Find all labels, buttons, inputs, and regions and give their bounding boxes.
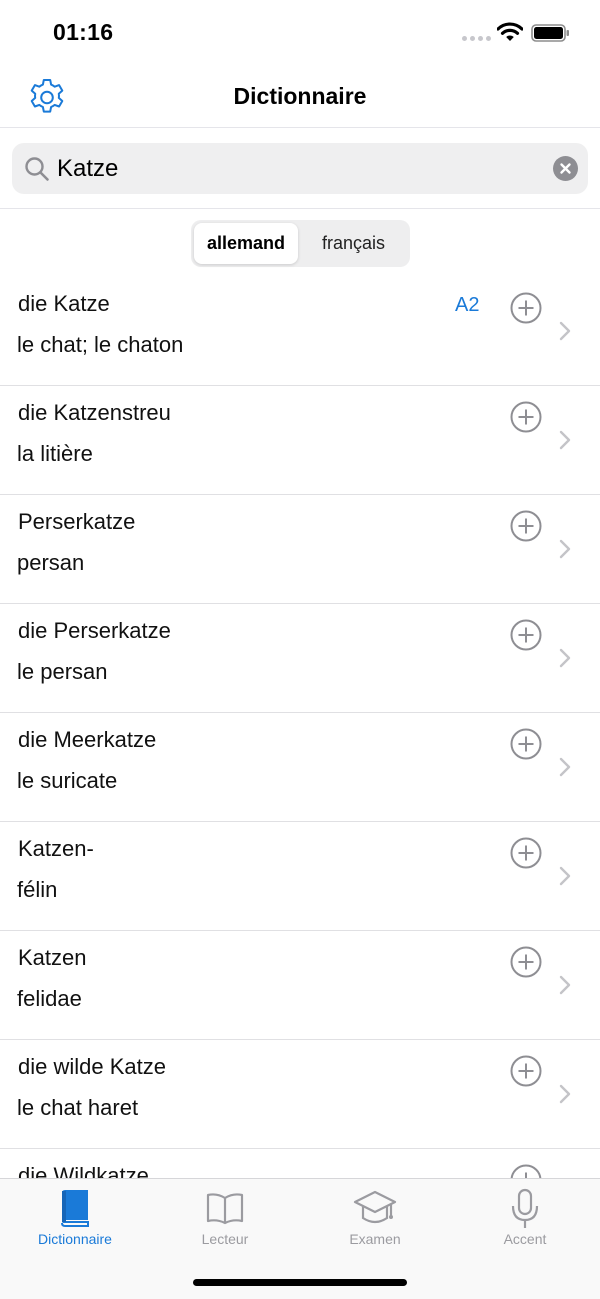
chevron-right-icon [559, 430, 571, 450]
add-circle-icon[interactable] [510, 619, 542, 651]
entry-word: die Wildkatze [18, 1163, 149, 1179]
segment-allemand[interactable]: allemand [194, 223, 298, 264]
search-input[interactable] [57, 151, 527, 187]
wifi-icon [497, 22, 523, 41]
search-area [0, 128, 600, 209]
entry-word: die Katzenstreu [18, 400, 171, 425]
list-item[interactable]: die Wildkatze [0, 1149, 600, 1179]
tab-label: Lecteur [201, 1231, 249, 1247]
entry-translation: le chat haret [17, 1095, 139, 1120]
entry-translation: le persan [17, 659, 108, 684]
list-item[interactable]: Katzen- félin [0, 822, 600, 931]
entry-word: die wilde Katze [18, 1054, 166, 1079]
entry-word: die Katze [18, 291, 110, 316]
clear-search-button[interactable] [553, 156, 578, 181]
entry-translation: le suricate [17, 768, 118, 793]
add-circle-icon[interactable] [510, 1055, 542, 1087]
segment-francais[interactable]: français [300, 223, 407, 264]
chevron-right-icon [559, 539, 571, 559]
add-circle-icon[interactable] [510, 401, 542, 433]
tab-lecteur[interactable]: Lecteur [150, 1179, 300, 1259]
add-circle-icon[interactable] [510, 837, 542, 869]
list-item[interactable]: die Perserkatze le persan [0, 604, 600, 713]
page-title: Dictionnaire [233, 83, 367, 109]
language-segmented-control: allemand français [191, 220, 410, 267]
entry-translation: persan [17, 550, 85, 575]
chevron-right-icon [559, 321, 571, 341]
entry-word: Perserkatze [18, 509, 136, 534]
tab-label: Accent [503, 1231, 547, 1247]
cellular-signal-icon [462, 36, 491, 41]
open-book-icon [206, 1193, 244, 1225]
chevron-right-icon [559, 975, 571, 995]
add-circle-icon[interactable] [510, 510, 542, 542]
tab-label: Dictionnaire [38, 1231, 112, 1247]
search-icon [25, 157, 49, 181]
chevron-right-icon [559, 757, 571, 777]
tab-dictionnaire[interactable]: Dictionnaire [0, 1179, 150, 1259]
add-circle-icon[interactable] [510, 728, 542, 760]
add-circle-icon[interactable] [510, 946, 542, 978]
battery-icon [531, 24, 569, 42]
close-icon [560, 163, 571, 174]
list-item[interactable]: die wilde Katze le chat haret [0, 1040, 600, 1149]
entry-word: die Meerkatze [18, 727, 157, 752]
list-item[interactable]: Katzen felidae [0, 931, 600, 1040]
tab-examen[interactable]: Examen [300, 1179, 450, 1259]
status-time: 01:16 [53, 19, 114, 45]
list-item[interactable]: die Katzenstreu la litière [0, 386, 600, 495]
results-list: die Katze le chat; le chaton A2 die Katz… [0, 277, 600, 1179]
entry-word: die Perserkatze [18, 618, 171, 643]
list-item[interactable]: die Meerkatze le suricate [0, 713, 600, 822]
home-indicator[interactable] [193, 1279, 407, 1286]
level-badge: A2 [455, 294, 480, 316]
tab-accent[interactable]: Accent [450, 1179, 600, 1259]
entry-translation: la litière [17, 441, 93, 466]
search-bar [12, 143, 588, 194]
screen: 01:16 Dictionnaire Katze allemand frança… [0, 0, 600, 1299]
chevron-right-icon [559, 1084, 571, 1104]
entry-translation: félin [17, 877, 58, 902]
entry-translation: le chat; le chaton [17, 332, 184, 357]
add-circle-icon[interactable] [510, 292, 542, 324]
graduation-cap-icon [353, 1190, 397, 1224]
entry-translation: felidae [17, 986, 82, 1011]
status-bar: 01:16 [0, 0, 600, 66]
tab-label: Examen [349, 1231, 401, 1247]
book-icon [61, 1190, 89, 1227]
entry-word: Katzen [18, 945, 87, 970]
chevron-right-icon [559, 866, 571, 886]
entry-word: Katzen- [18, 836, 94, 861]
navigation-bar: Dictionnaire [0, 66, 600, 128]
microphone-icon [511, 1188, 539, 1228]
list-item[interactable]: die Katze le chat; le chaton A2 [0, 277, 600, 386]
list-item[interactable]: Perserkatze persan [0, 495, 600, 604]
chevron-right-icon [559, 648, 571, 668]
add-circle-icon[interactable] [510, 1164, 542, 1179]
